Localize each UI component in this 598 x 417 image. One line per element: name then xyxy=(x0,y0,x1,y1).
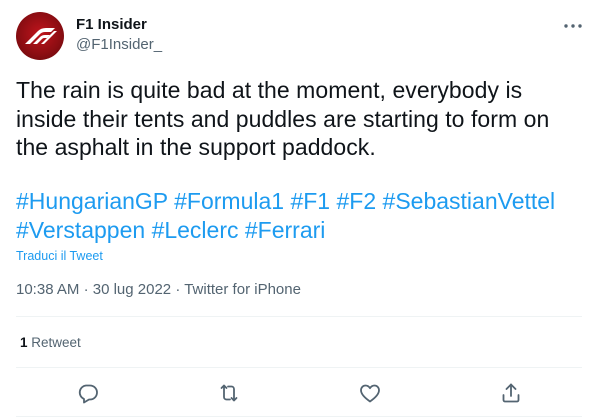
hashtag-list: #HungarianGP #Formula1 #F1 #F2 #Sebastia… xyxy=(16,187,582,244)
tweet-metadata: 10:38 AM · 30 lug 2022 · Twitter for iPh… xyxy=(16,281,301,299)
tweet-text: The rain is quite bad at the moment, eve… xyxy=(16,77,550,160)
f1-logo-icon xyxy=(25,28,57,44)
hashtag-link[interactable]: #SebastianVettel xyxy=(383,188,556,214)
tweet-date[interactable]: 30 lug 2022 xyxy=(93,281,171,298)
hashtag-link[interactable]: #HungarianGP xyxy=(16,188,168,214)
author-name[interactable]: F1 Insider xyxy=(76,16,147,34)
more-icon[interactable] xyxy=(561,14,585,38)
meta-separator: · xyxy=(175,281,181,298)
share-icon[interactable] xyxy=(499,381,523,405)
reply-icon[interactable] xyxy=(76,381,100,405)
meta-separator: · xyxy=(83,281,89,298)
author-handle[interactable]: @F1Insider_ xyxy=(76,36,162,54)
hashtag-link[interactable]: #F1 xyxy=(290,188,330,214)
retweet-label: Retweet xyxy=(31,335,81,350)
translate-link[interactable]: Traduci il Tweet xyxy=(16,249,103,263)
hashtag-link[interactable]: #F2 xyxy=(337,188,377,214)
divider xyxy=(16,367,582,368)
hashtag-link[interactable]: #Verstappen xyxy=(16,217,145,243)
retweet-stat[interactable]: 1 Retweet xyxy=(20,335,81,351)
hashtag-link[interactable]: #Ferrari xyxy=(245,217,326,243)
avatar[interactable] xyxy=(16,12,64,60)
tweet-source[interactable]: Twitter for iPhone xyxy=(184,281,301,298)
retweet-count: 1 xyxy=(20,335,28,350)
tweet-time[interactable]: 10:38 AM xyxy=(16,281,79,298)
like-icon[interactable] xyxy=(358,381,382,405)
retweet-icon[interactable] xyxy=(217,381,241,405)
hashtag-link[interactable]: #Formula1 xyxy=(174,188,284,214)
divider xyxy=(16,316,582,317)
hashtag-link[interactable]: #Leclerc xyxy=(152,217,239,243)
